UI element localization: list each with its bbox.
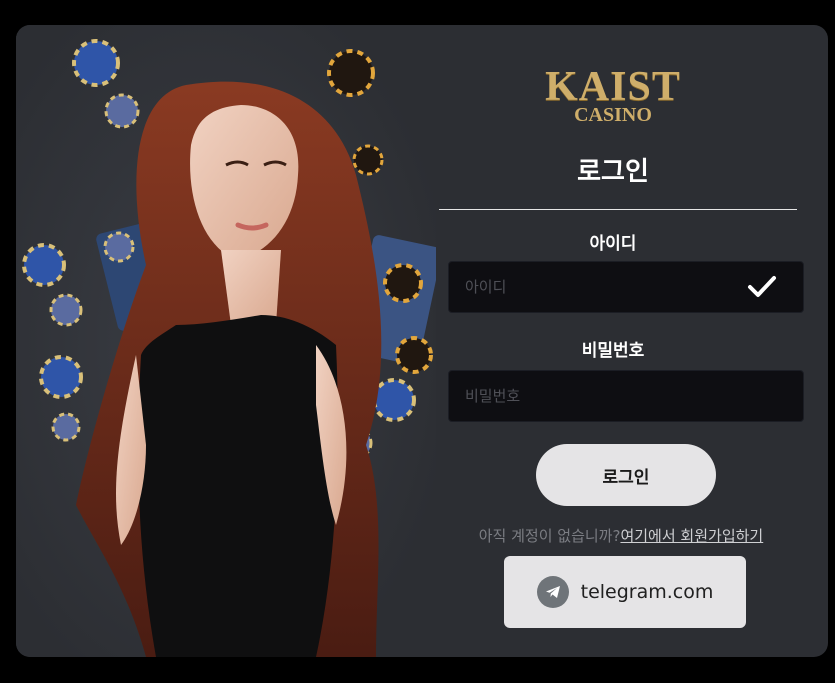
password-input[interactable] <box>449 371 761 421</box>
check-icon <box>748 276 776 297</box>
page-title: 로그인 <box>577 157 649 187</box>
id-field-container <box>448 261 804 313</box>
login-card: KAIST CASINO 로그인 아이디 비밀번호 로그인 아직 계정이 없습니… <box>16 25 828 657</box>
telegram-button[interactable]: telegram.com <box>504 556 746 628</box>
id-input[interactable] <box>449 262 761 312</box>
signup-text: 아직 계정이 없습니까? <box>478 527 621 545</box>
login-button[interactable]: 로그인 <box>536 444 716 506</box>
login-panel: KAIST CASINO 로그인 아이디 비밀번호 로그인 아직 계정이 없습니… <box>423 25 804 657</box>
password-label: 비밀번호 <box>581 341 645 361</box>
brand-logo-sub: CASINO <box>574 104 652 126</box>
signup-link[interactable]: 여기에서 회원가입하기 <box>620 527 763 545</box>
id-label: 아이디 <box>589 234 637 254</box>
signup-prompt: 아직 계정이 없습니까?여기에서 회원가입하기 <box>423 525 819 546</box>
password-field-container <box>448 370 804 422</box>
divider <box>439 209 797 210</box>
telegram-icon <box>536 576 569 608</box>
hero-illustration <box>16 25 436 657</box>
telegram-label: telegram.com <box>580 581 714 603</box>
